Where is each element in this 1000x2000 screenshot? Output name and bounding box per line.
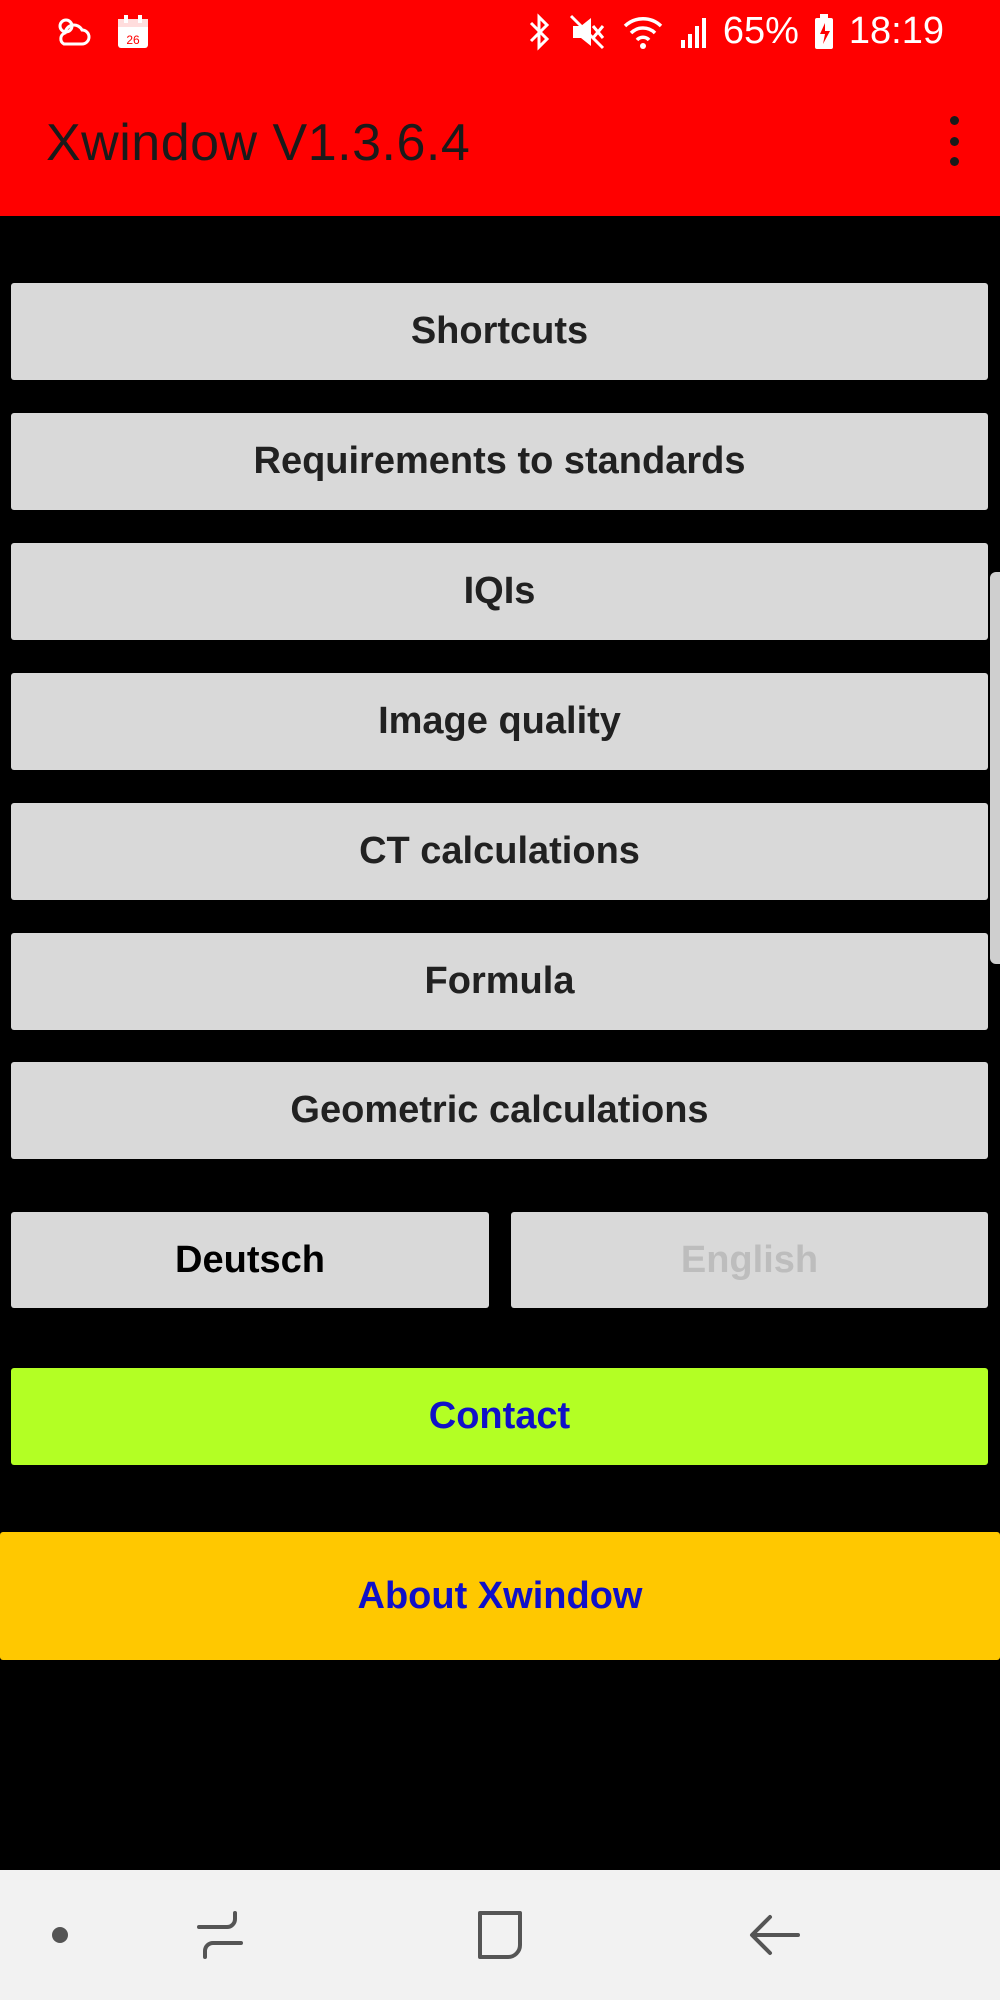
iqis-button[interactable]: IQIs: [11, 543, 988, 640]
calendar-icon: 26: [116, 14, 150, 50]
shortcuts-button[interactable]: Shortcuts: [11, 283, 988, 380]
deutsch-button[interactable]: Deutsch: [11, 1212, 489, 1308]
geometric-calculations-button[interactable]: Geometric calculations: [11, 1062, 988, 1159]
app-bar: Xwindow V1.3.6.4: [0, 66, 1000, 216]
clock: 18:19: [848, 10, 944, 52]
weather-icon: [54, 14, 94, 50]
bluetooth-icon: [525, 12, 555, 52]
formula-button[interactable]: Formula: [11, 933, 988, 1030]
requirements-button[interactable]: Requirements to standards: [11, 413, 988, 510]
status-bar: 26 65% 18:19: [0, 0, 1000, 66]
about-button[interactable]: About Xwindow: [0, 1532, 1000, 1660]
battery-icon: [813, 13, 835, 51]
recent-apps-icon[interactable]: [180, 1870, 260, 2000]
home-icon[interactable]: [455, 1870, 545, 2000]
nav-dot-icon: [30, 1870, 90, 2000]
ct-calculations-button[interactable]: CT calculations: [11, 803, 988, 900]
back-icon[interactable]: [735, 1870, 815, 2000]
mute-icon: [569, 12, 607, 52]
signal-icon: [679, 14, 709, 50]
wifi-icon: [621, 12, 665, 52]
contact-button[interactable]: Contact: [11, 1368, 988, 1465]
navigation-bar: [0, 1870, 1000, 2000]
overflow-menu-icon[interactable]: [944, 116, 964, 166]
battery-percent: 65%: [722, 10, 799, 52]
english-button[interactable]: English: [511, 1212, 988, 1308]
image-quality-button[interactable]: Image quality: [11, 673, 988, 770]
app-title: Xwindow V1.3.6.4: [46, 114, 471, 172]
calendar-day: 26: [126, 33, 140, 47]
scrollbar-thumb[interactable]: [990, 572, 1000, 964]
